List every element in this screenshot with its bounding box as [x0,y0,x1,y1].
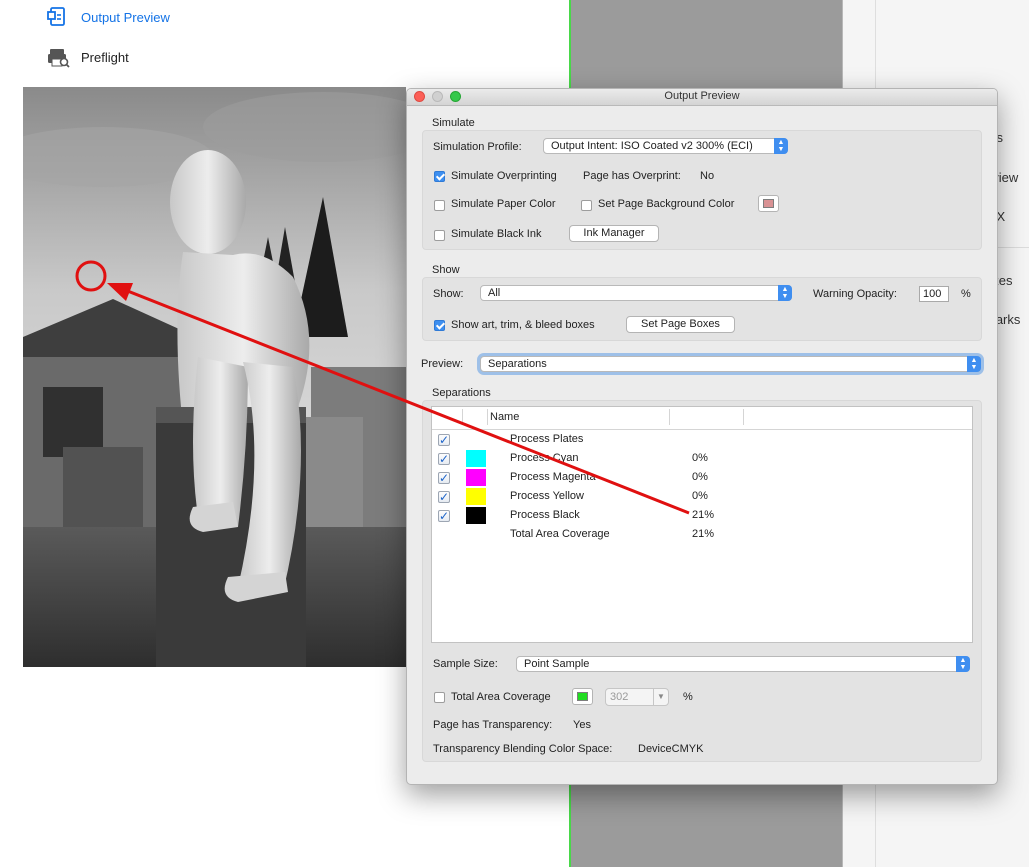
separation-color-swatch [466,488,486,505]
tool-preflight[interactable]: Preflight [47,46,129,68]
separation-checkbox[interactable]: ✓ [438,472,450,484]
show-section-label: Show [432,264,460,276]
separation-name: Process Cyan [510,452,579,464]
select-arrows-icon: ▲ ▼ [774,138,788,154]
total-area-swatch [577,692,588,701]
dialog-titlebar[interactable]: Output Preview [407,89,997,106]
separation-percent: 0% [692,452,708,464]
warning-opacity-percent: % [961,288,971,300]
simulate-black-ink-label: Simulate Black Ink [451,228,542,240]
total-area-value-combo[interactable]: 302 ▼ [605,688,669,706]
header-divider [669,409,670,425]
total-area-value: 302 [610,691,629,703]
header-divider [487,409,488,425]
separation-checkbox[interactable]: ✓ [438,453,450,465]
column-header-name[interactable]: Name [490,411,519,423]
separation-row[interactable]: ✓ Process Yellow 0% [432,487,972,506]
ink-manager-button[interactable]: Ink Manager [569,225,659,242]
separation-percent: 21% [692,509,715,521]
show-label: Show: [433,288,464,300]
chevron-down-icon: ▼ [653,689,668,705]
page-background-swatch [763,199,774,208]
page-overprint-label: Page has Overprint: [583,170,681,182]
warning-opacity-label: Warning Opacity: [813,288,897,300]
simulate-black-ink-checkbox[interactable] [434,230,445,241]
simulate-section-label: Simulate [432,117,475,129]
show-boxes-checkbox[interactable] [434,320,445,331]
select-arrows-icon: ▲ ▼ [967,356,981,372]
preview-value: Separations [488,358,547,370]
total-area-coverage-checkbox[interactable] [434,692,445,703]
total-area-percent: % [683,691,693,703]
separation-color-swatch [466,507,486,524]
preflight-icon [48,49,70,68]
select-arrows-icon: ▲ ▼ [956,656,970,672]
separation-name: Process Black [510,509,580,521]
sample-size-value: Point Sample [524,658,590,670]
page-overprint-value: No [700,170,715,182]
separation-percent: 0% [692,490,708,502]
total-area-coverage-label: Total Area Coverage [451,691,551,703]
simulate-overprinting-checkbox[interactable] [434,171,445,182]
show-boxes-label: Show art, trim, & bleed boxes [451,319,595,331]
simulate-paper-color-checkbox[interactable] [434,200,445,211]
sample-size-select[interactable]: Point Sample ▲ ▼ [516,656,970,672]
blending-space-value: DeviceCMYK [638,743,704,755]
separation-checkbox[interactable]: ✓ [438,491,450,503]
set-page-boxes-button[interactable]: Set Page Boxes [626,316,735,333]
total-area-color-button[interactable] [572,688,593,705]
warning-opacity-input[interactable]: 100 [919,286,949,302]
page-transparency-value: Yes [573,719,591,731]
separation-row[interactable]: ✓ Process Black 21% [432,506,972,525]
simulate-paper-color-label: Simulate Paper Color [451,198,556,210]
separation-name: Process Magenta [510,471,596,483]
separation-color-swatch [466,469,486,486]
separation-checkbox[interactable]: ✓ [438,510,450,522]
separation-percent: 0% [692,471,708,483]
blending-space-label: Transparency Blending Color Space: [433,743,613,755]
separations-table: Name ✓ Process Plates ✓ Process Cyan 0% ✓ Proc… [431,406,973,643]
show-select[interactable]: All ▲ ▼ [480,285,792,301]
dialog-title: Output Preview [664,90,740,102]
separation-row[interactable]: ✓ Process Plates [432,430,972,449]
output-preview-dialog: Output Preview Simulate Simulation Profi… [406,88,998,785]
separation-name: Total Area Coverage [510,528,610,540]
tool-output-preview[interactable]: Output Preview [47,6,170,28]
sample-size-label: Sample Size: [433,658,498,670]
separation-color-swatch [466,450,486,467]
set-page-background-label: Set Page Background Color [598,198,735,210]
separations-section-label: Separations [432,387,491,399]
separation-row[interactable]: ✓ Process Magenta 0% [432,468,972,487]
header-divider [743,409,744,425]
show-value: All [488,287,501,299]
tool-output-preview-label: Output Preview [81,9,170,25]
simulate-overprinting-label: Simulate Overprinting [451,170,557,182]
page-transparency-label: Page has Transparency: [433,719,553,731]
separation-checkbox[interactable]: ✓ [438,434,450,446]
select-arrows-icon: ▲ ▼ [778,285,792,301]
separation-name: Process Yellow [510,490,584,502]
page-background-color-button[interactable] [758,195,779,212]
preview-select[interactable]: Separations ▲ ▼ [480,356,981,372]
separations-table-header: Name [432,407,972,430]
preview-label: Preview: [421,358,464,370]
header-divider [462,409,463,425]
separation-row[interactable]: Total Area Coverage 21% [432,525,972,544]
document-photo [23,87,406,667]
simulation-profile-select[interactable]: Output Intent: ISO Coated v2 300% (ECI) … [543,138,788,154]
set-page-background-checkbox[interactable] [581,200,592,211]
separation-percent: 21% [692,528,715,540]
separation-row[interactable]: ✓ Process Cyan 0% [432,449,972,468]
simulation-profile-label: Simulation Profile: [433,141,522,153]
simulation-profile-value: Output Intent: ISO Coated v2 300% (ECI) [551,140,753,152]
tool-preflight-label: Preflight [81,49,129,65]
separation-name: Process Plates [510,433,584,445]
output-preview-icon [47,7,65,26]
